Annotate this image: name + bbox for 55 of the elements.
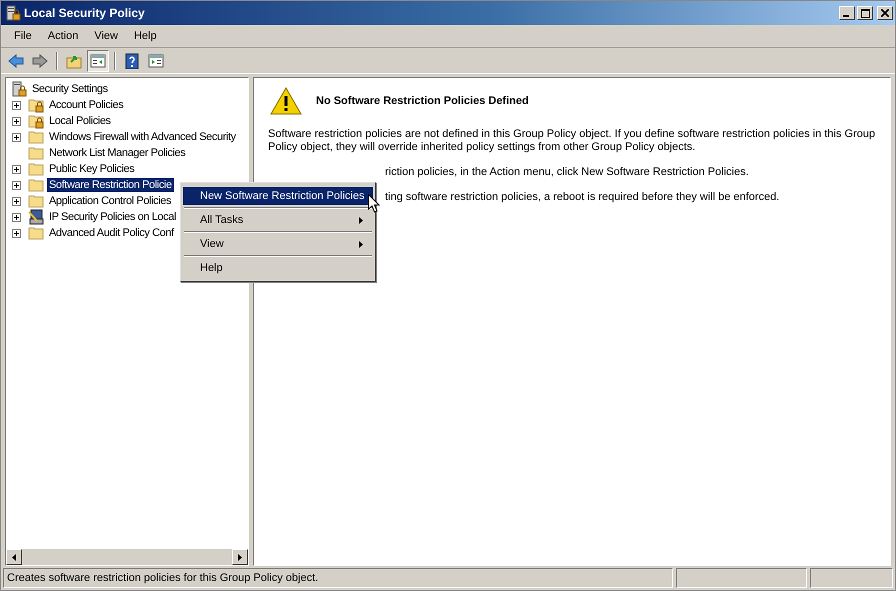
expand-icon[interactable]: [12, 100, 21, 110]
menu-item[interactable]: Help: [126, 30, 165, 42]
locked-folder-icon: [28, 113, 44, 129]
menu-item[interactable]: New Software Restriction Policies: [183, 187, 373, 205]
scroll-right-button[interactable]: [232, 549, 248, 565]
tree-item[interactable]: IP Security Policies on Local: [47, 210, 178, 224]
menu-item[interactable]: File: [6, 30, 40, 42]
expand-icon[interactable]: [12, 196, 21, 206]
right-arrow-icon: [238, 554, 242, 560]
folder-icon: [28, 193, 44, 209]
expand-icon[interactable]: [12, 180, 21, 190]
tree-item[interactable]: Windows Firewall with Advanced Security: [47, 130, 238, 144]
folder-icon: [28, 177, 44, 193]
tree-item[interactable]: Local Policies: [47, 114, 113, 128]
folder-icon: [28, 145, 44, 161]
pointer-icon: [368, 194, 380, 213]
tree-item[interactable]: Advanced Audit Policy Conf: [47, 226, 176, 240]
menu-item[interactable]: All Tasks: [183, 211, 373, 229]
status-text: Creates software restriction policies for this Group Policy object.: [3, 568, 673, 588]
window-title: Local Security Policy: [24, 6, 146, 20]
paragraph: riction policies, in the Action menu, click New Software Restriction Policies.: [385, 166, 749, 179]
expand-icon[interactable]: [12, 116, 21, 126]
folder-icon: [28, 225, 44, 241]
left-arrow-icon: [12, 554, 16, 560]
tree-item[interactable]: Security Settings: [30, 82, 110, 96]
tree-item[interactable]: Software Restriction Policie: [47, 178, 174, 192]
tree-item[interactable]: Public Key Policies: [47, 162, 136, 176]
tree-item[interactable]: Network List Manager Policies: [47, 146, 188, 160]
folder-icon: [28, 129, 44, 145]
tree-item[interactable]: Application Control Policies: [47, 194, 174, 208]
menu-item[interactable]: Help: [183, 259, 373, 277]
menu-item[interactable]: View: [183, 235, 373, 253]
maximize-icon: [860, 8, 870, 18]
scroll-left-button[interactable]: [6, 549, 22, 565]
expand-icon[interactable]: [12, 132, 21, 142]
expand-icon[interactable]: [12, 212, 21, 222]
close-button[interactable]: [877, 6, 893, 20]
menu-item[interactable]: View: [86, 30, 126, 42]
expand-icon[interactable]: [12, 164, 21, 174]
folder-icon: [28, 161, 44, 177]
paragraph: ting software restriction policies, a reboot is required before they will be enforced.: [385, 191, 780, 204]
menu-item[interactable]: Action: [40, 30, 86, 42]
maximize-button[interactable]: [857, 6, 873, 20]
locked-folder-icon: [28, 97, 44, 113]
console-tree-button[interactable]: [87, 50, 109, 72]
heading: No Software Restriction Policies Defined: [316, 95, 529, 107]
computer-key-icon: [28, 209, 44, 225]
server-lock-icon: [5, 5, 21, 21]
warning-icon: [270, 86, 302, 116]
paragraph: Software restriction policies are not defined in this Group Policy object. If you define software restriction policies in this Group Policy object, they will override inherited policy settings from other Group Policy objects.: [268, 128, 876, 154]
minimize-button[interactable]: [839, 6, 855, 20]
close-icon: [881, 9, 889, 17]
expand-icon[interactable]: [12, 228, 21, 238]
server-lock-icon: [11, 81, 27, 97]
tree-item[interactable]: Account Policies: [47, 98, 126, 112]
